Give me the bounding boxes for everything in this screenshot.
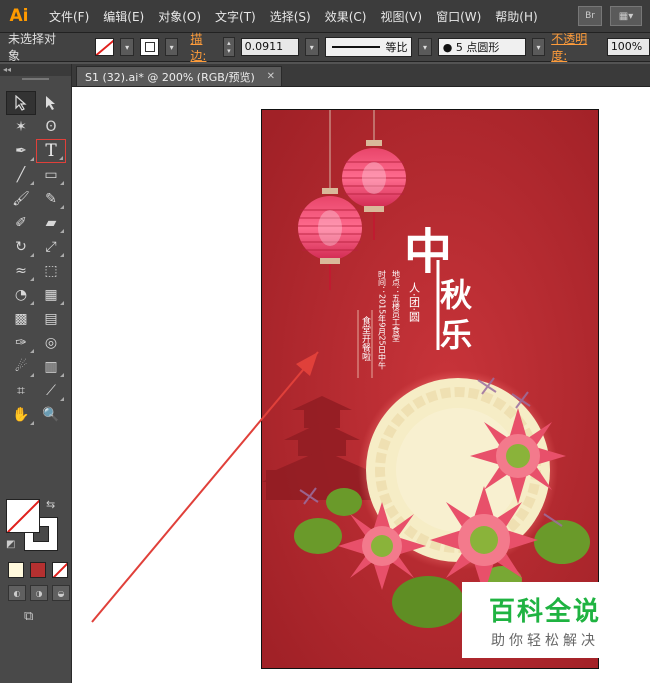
brush-select[interactable]: ● 5 点圆形: [437, 38, 526, 56]
gradient-mode-icon[interactable]: [30, 562, 46, 578]
main-menu: 文件(F) 编辑(E) 对象(O) 文字(T) 选择(S) 效果(C) 视图(V…: [42, 8, 545, 25]
menu-view[interactable]: 视图(V): [373, 8, 429, 25]
menu-select[interactable]: 选择(S): [263, 8, 318, 25]
bridge-icon[interactable]: Br: [578, 6, 602, 26]
draw-behind-icon[interactable]: ◑: [30, 585, 48, 601]
stroke-weight-input[interactable]: 0.0911: [240, 38, 300, 56]
menu-bar: Ai 文件(F) 编辑(E) 对象(O) 文字(T) 选择(S) 效果(C) 视…: [0, 0, 650, 33]
app-logo: Ai: [9, 6, 29, 26]
pen-tool-icon[interactable]: ✒: [6, 139, 36, 163]
stroke-line-preview: [331, 46, 380, 48]
fill-swatch[interactable]: [95, 38, 115, 56]
fill-stroke-control: ⇆ ◩: [6, 498, 64, 557]
stroke-profile-dropdown-icon[interactable]: ▾: [418, 38, 432, 56]
column-graph-tool-icon[interactable]: ▥: [36, 355, 66, 379]
opacity-label[interactable]: 不透明度:: [551, 30, 601, 64]
symbol-sprayer-tool-icon[interactable]: ☄: [6, 355, 36, 379]
close-tab-icon[interactable]: ✕: [267, 71, 275, 82]
artboard-tool-icon[interactable]: ⌗: [6, 379, 36, 403]
swap-fill-stroke-icon[interactable]: ⇆: [46, 498, 55, 511]
line-tool-icon[interactable]: ╱: [6, 163, 36, 187]
workspace-switcher-icon[interactable]: ▦▾: [610, 6, 642, 26]
control-bar: 未选择对象 ▾ ▾ 描边: ▴ ▾ 0.0911 ▾ 等比 ▾ ● 5 点圆形 ▾…: [0, 30, 650, 64]
hand-tool-icon[interactable]: ✋: [6, 403, 36, 427]
menu-edit[interactable]: 编辑(E): [96, 8, 151, 25]
blend-tool-icon[interactable]: ◎: [36, 331, 66, 355]
scale-tool-icon[interactable]: ⤢: [36, 235, 66, 259]
shape-builder-tool-icon[interactable]: ◔: [6, 283, 36, 307]
menu-help[interactable]: 帮助(H): [488, 8, 544, 25]
document-tab[interactable]: S1 (32).ai* @ 200% (RGB/预览) ✕: [76, 66, 282, 86]
watermark-title: 百科全说: [488, 596, 601, 627]
blob-brush-tool-icon[interactable]: ✐: [6, 211, 36, 235]
color-mode-icon[interactable]: [8, 562, 24, 578]
perspective-grid-tool-icon[interactable]: ▦: [36, 283, 66, 307]
selection-tool-icon[interactable]: [6, 91, 36, 115]
magic-wand-tool-icon[interactable]: ✶: [6, 115, 36, 139]
poster-title-char-2: 秋: [440, 276, 472, 314]
tools-panel: ◂◂ ✶ ʘ ✒ T ╱ ▭ 🖌 ✎ ✐ ▰ ↻ ⤢ ≈ ⬚ ◔ ▦ ▩ ▤ ✑…: [0, 64, 72, 683]
brush-dropdown-icon[interactable]: ▾: [531, 38, 546, 56]
poster-detail-1: 地点：五楼员工食堂: [392, 269, 401, 342]
stroke-swatch[interactable]: [139, 38, 159, 56]
lotus-flower-left: [338, 502, 426, 590]
screen-mode-icon[interactable]: ⧉: [24, 609, 44, 624]
opacity-input[interactable]: 100%: [606, 38, 650, 56]
gradient-tool-icon[interactable]: ▤: [36, 307, 66, 331]
fill-color-icon[interactable]: [6, 499, 40, 533]
tools-collapse[interactable]: ◂◂: [0, 64, 71, 76]
zoom-tool-icon[interactable]: 🔍: [36, 403, 66, 427]
direct-selection-tool-icon[interactable]: [36, 91, 66, 115]
free-transform-tool-icon[interactable]: ⬚: [36, 259, 66, 283]
type-tool-icon[interactable]: T: [36, 139, 66, 163]
stroke-profile-label: 等比: [385, 41, 408, 54]
brush-label: 5 点圆形: [455, 41, 500, 54]
stroke-profile-select[interactable]: 等比: [324, 37, 413, 57]
menu-type[interactable]: 文字(T): [208, 8, 263, 25]
stroke-dropdown-icon[interactable]: ▾: [164, 38, 179, 56]
paintbrush-tool-icon[interactable]: 🖌: [6, 187, 36, 211]
menu-file[interactable]: 文件(F): [42, 8, 96, 25]
poster-title-char-1: 中: [404, 224, 452, 280]
fill-dropdown-icon[interactable]: ▾: [120, 38, 134, 56]
menu-window[interactable]: 窗口(W): [429, 8, 488, 25]
poster-title-char-3: 乐: [440, 316, 472, 354]
lotus-flower-center: [430, 486, 538, 594]
poster-detail-2: 时间：2015年9月25日中午: [378, 269, 387, 371]
mesh-tool-icon[interactable]: ▩: [6, 307, 36, 331]
poster-subtitle: 人·团·圆: [408, 282, 421, 323]
slice-tool-icon[interactable]: ⟋: [36, 379, 66, 403]
default-colors-icon[interactable]: ◩: [6, 539, 15, 550]
draw-normal-icon[interactable]: ◐: [8, 585, 26, 601]
width-tool-icon[interactable]: ≈: [6, 259, 36, 283]
pencil-tool-icon[interactable]: ✎: [36, 187, 66, 211]
rotate-tool-icon[interactable]: ↻: [6, 235, 36, 259]
watermark-badge: 百科全说 助你轻松解决: [462, 582, 628, 658]
lasso-tool-icon[interactable]: ʘ: [36, 115, 66, 139]
eraser-tool-icon[interactable]: ▰: [36, 211, 66, 235]
stroke-label[interactable]: 描边:: [190, 30, 217, 64]
menu-effect[interactable]: 效果(C): [318, 8, 374, 25]
none-mode-icon[interactable]: [52, 562, 68, 578]
tools-grip[interactable]: [22, 78, 49, 86]
poster-vertical-banner: 食堂开餐啦: [360, 315, 371, 361]
watermark-subtitle: 助你轻松解决: [491, 632, 599, 649]
eyedropper-tool-icon[interactable]: ✑: [6, 331, 36, 355]
selection-status: 未选择对象: [8, 32, 57, 63]
document-tab-title: S1 (32).ai* @ 200% (RGB/预览): [85, 70, 255, 84]
brush-dot-icon: ●: [442, 40, 456, 54]
menu-object[interactable]: 对象(O): [151, 8, 208, 25]
stroke-weight-dropdown-icon[interactable]: ▾: [305, 38, 319, 56]
rectangle-tool-icon[interactable]: ▭: [36, 163, 66, 187]
document-tab-bar: S1 (32).ai* @ 200% (RGB/预览) ✕: [72, 64, 650, 87]
draw-inside-icon[interactable]: ◒: [52, 585, 70, 601]
stroke-weight-stepper[interactable]: ▴ ▾: [223, 37, 235, 57]
